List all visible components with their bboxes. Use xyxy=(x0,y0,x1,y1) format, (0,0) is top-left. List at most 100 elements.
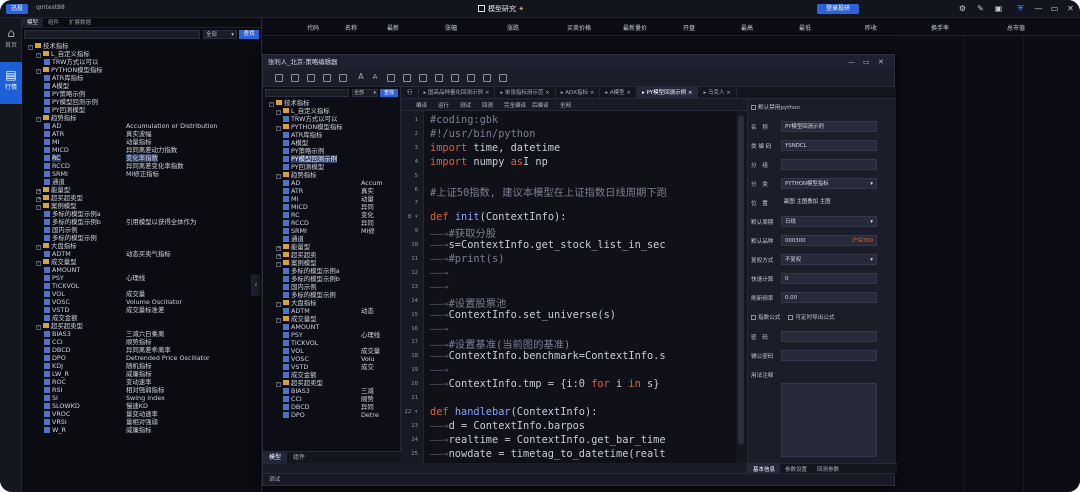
tree-folder[interactable]: - L_自定义指标 xyxy=(22,50,260,58)
editor-file-tab[interactable]: 行 xyxy=(402,87,419,98)
tree-folder[interactable]: - PYTHON模型指标 xyxy=(22,66,260,74)
redo-icon[interactable] xyxy=(451,74,459,82)
tree-item[interactable]: RC 变化率指数 xyxy=(22,154,260,162)
tree-item[interactable]: VRSI 量相对强弱 xyxy=(22,418,260,426)
ext-password-field[interactable] xyxy=(781,350,877,361)
editor-tree-search-button[interactable]: 查找 xyxy=(380,89,398,97)
tree-item[interactable]: VOL 成交量 xyxy=(263,347,399,355)
tab-component[interactable]: 组件 xyxy=(287,452,311,464)
tree-item[interactable]: 通道 xyxy=(22,178,260,186)
tree-folder[interactable]: - L_自定义指标 xyxy=(263,107,399,115)
tree-item[interactable]: TICKVOL xyxy=(263,339,399,347)
property-value[interactable] xyxy=(781,159,877,170)
account-name[interactable]: qmtest88 xyxy=(36,4,65,11)
tree-item[interactable]: RCCD 异同离差变化率指数 xyxy=(22,162,260,170)
code-line[interactable]: ——→#设置股票池 xyxy=(430,295,506,310)
font-increase-icon[interactable]: A xyxy=(357,73,365,82)
editor-file-tab[interactable]: ▸ PY模型回测示例 × xyxy=(637,87,699,98)
tree-folder[interactable]: + 超买超卖型 xyxy=(22,194,260,202)
tree-item[interactable]: SI Swing Index xyxy=(22,394,260,402)
tree-folder[interactable]: - 大盘指标 xyxy=(22,242,260,250)
tree-item[interactable]: VOSC Volu xyxy=(263,355,399,363)
tree-item[interactable]: RCCD 异同 xyxy=(263,219,399,227)
code-line[interactable]: ——→#设置基准(当前图的基准) xyxy=(430,336,570,351)
code-line[interactable]: ——→ContextInfo.tmp = {i:0 for i in s} xyxy=(430,378,659,390)
editor-minimize-button[interactable]: — xyxy=(848,55,855,69)
rail-item-market[interactable]: ▤ 行情 xyxy=(0,62,22,104)
editor-file-tab[interactable]: ▸ 单张指标测示范 × xyxy=(495,87,556,98)
code-line[interactable]: ——→realtime = ContextInfo.get_bar_time xyxy=(430,434,666,446)
tab-ext-data[interactable]: 扩展数据 xyxy=(64,18,96,28)
code-line[interactable]: ——→ContextInfo.set_universe(s) xyxy=(430,309,616,321)
editor-action-button[interactable]: 编译 xyxy=(416,101,427,109)
rail-item-home[interactable]: ⌂ 首页 xyxy=(0,20,22,62)
market-column-header[interactable]: 最新量价 xyxy=(623,23,647,32)
tree-item[interactable]: SRMI MI修正指标 xyxy=(22,170,260,178)
gear-icon[interactable]: ⚙ xyxy=(958,4,967,13)
tree-item[interactable]: PY回测模型 xyxy=(263,163,399,171)
tree-item[interactable]: MI 动量 xyxy=(263,195,399,203)
editor-tree-search-input[interactable] xyxy=(265,89,349,97)
tree-item[interactable]: A模型 xyxy=(263,139,399,147)
tree-folder[interactable]: + 能量型 xyxy=(263,243,399,251)
tree-item[interactable]: 多标的模型示例 xyxy=(22,234,260,242)
tree-item[interactable]: BIAS3 三减六日乘离 xyxy=(22,330,260,338)
tree-folder[interactable]: - 趋势指标 xyxy=(22,114,260,122)
code-line[interactable]: #上证50指数, 建议本模型在上证指数日线周期下跑 xyxy=(430,184,667,199)
formula-option-checkbox[interactable]: 可定时导出公式 xyxy=(788,315,835,321)
property-value[interactable]: 0 xyxy=(781,273,877,284)
tree-item[interactable]: A模型 xyxy=(22,82,260,90)
tree-item[interactable]: ATR库指标 xyxy=(22,74,260,82)
property-value[interactable]: PY模型回测示例 xyxy=(781,121,877,132)
tree-item[interactable]: KDJ 随机指标 xyxy=(22,362,260,370)
tree-item[interactable]: W_R 威廉指标 xyxy=(22,426,260,434)
minimize-icon[interactable]: — xyxy=(1034,4,1043,13)
editor-file-tab[interactable]: ▸ ADX指标 × xyxy=(556,87,601,98)
tree-item[interactable]: ADTM 动态 xyxy=(263,307,399,315)
tree-folder[interactable]: + 能量型 xyxy=(22,186,260,194)
tree-item[interactable]: 国内示例 xyxy=(263,283,399,291)
property-value[interactable]: 副图 主图叠加 主图 xyxy=(781,197,877,208)
undo-icon[interactable] xyxy=(435,74,443,82)
tree-item[interactable]: 成交金额 xyxy=(22,314,260,322)
market-column-header[interactable]: 涨幅 xyxy=(445,23,457,32)
code-line[interactable]: ——→#print(s) xyxy=(430,253,504,265)
tree-item[interactable]: ROC 变动速率 xyxy=(22,378,260,386)
tree-folder[interactable]: - 案例模型 xyxy=(22,202,260,210)
tree-item[interactable]: BIAS3 三减 xyxy=(263,387,399,395)
tree-folder[interactable]: - PYTHON模型指标 xyxy=(263,123,399,131)
tree-folder[interactable]: + 超买超卖 xyxy=(263,251,399,259)
tree-item[interactable]: TICKVOL xyxy=(22,282,260,290)
tab-component[interactable]: 组件 xyxy=(43,18,64,28)
model-search-input[interactable] xyxy=(24,30,200,39)
editor-action-button[interactable]: 测试 xyxy=(460,101,471,109)
find-icon[interactable] xyxy=(467,74,475,82)
tree-item[interactable]: 多标的模型示例 xyxy=(263,291,399,299)
save-all-icon[interactable] xyxy=(323,74,331,82)
code-line[interactable]: ——→d = ContextInfo.barpos xyxy=(430,420,585,432)
code-line[interactable]: ——→ xyxy=(430,323,449,335)
tree-item[interactable]: DBCD 异同 xyxy=(263,403,399,411)
code-line[interactable]: ——→ xyxy=(430,267,449,279)
tree-item[interactable]: 通道 xyxy=(263,235,399,243)
model-search-button[interactable]: 查找 xyxy=(239,30,259,39)
editor-file-tab[interactable]: ▸ 国高品种量化回测示例 × xyxy=(419,87,496,98)
tree-folder[interactable]: - 技术指标 xyxy=(22,42,260,50)
cut-icon[interactable] xyxy=(387,74,395,82)
tree-item[interactable]: SLOWKD 慢速KD xyxy=(22,402,260,410)
tree-item[interactable]: PY回测模型 xyxy=(22,106,260,114)
font-decrease-icon[interactable]: A xyxy=(371,74,379,82)
editor-action-button[interactable]: 完全编译 xyxy=(504,101,526,109)
property-value[interactable]: YSNDCL xyxy=(781,140,877,151)
market-column-header[interactable]: 名称 xyxy=(345,23,357,32)
tree-item[interactable]: DPO Detre xyxy=(263,411,399,419)
code-line[interactable]: ——→s=ContextInfo.get_stock_list_in_sec xyxy=(430,239,666,251)
tree-item[interactable]: MI 动量指标 xyxy=(22,138,260,146)
tree-item[interactable]: 多标的模型示例a xyxy=(263,267,399,275)
market-column-header[interactable]: 买卖价格 xyxy=(567,23,591,32)
tree-item[interactable]: PY策略示例 xyxy=(22,90,260,98)
editor-action-button[interactable]: 运行 xyxy=(438,101,449,109)
tree-item[interactable]: ATR 真实 xyxy=(263,187,399,195)
code-line[interactable]: def init(ContextInfo): xyxy=(430,211,566,223)
tree-item[interactable]: AMOUNT xyxy=(263,323,399,331)
